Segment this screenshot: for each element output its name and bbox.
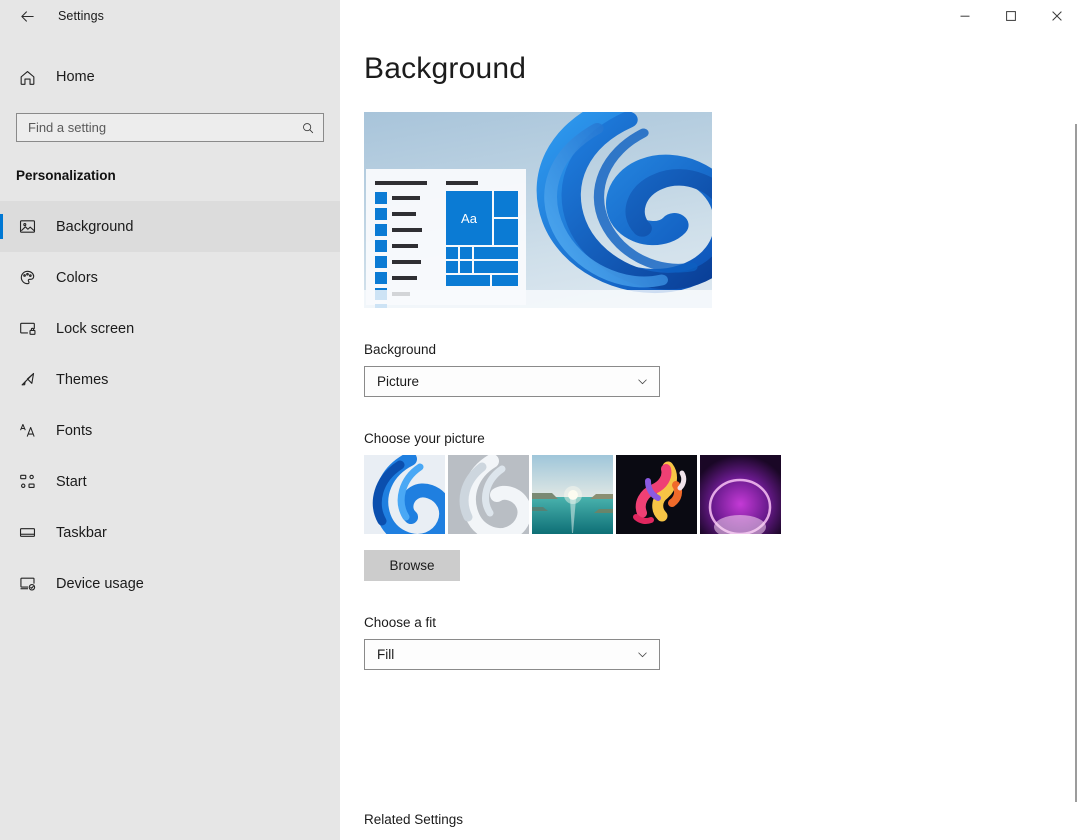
wallpaper-flower[interactable]: [616, 455, 697, 534]
background-dropdown-value: Picture: [377, 374, 420, 389]
sidebar-item-label: Background: [56, 218, 134, 235]
preview-mock-row: [375, 240, 433, 252]
settings-content: Background Aa Background Picture Choose …: [340, 32, 1080, 670]
wallpaper-sunset-lake[interactable]: [532, 455, 613, 534]
background-setting-group: Background Picture: [364, 342, 1080, 397]
sidebar-item-label: Taskbar: [56, 524, 107, 541]
brush-icon: [16, 370, 38, 389]
preview-mock-tile: [474, 247, 518, 259]
sidebar-item-label: Start: [56, 473, 87, 490]
chevron-down-icon: [636, 648, 649, 661]
preview-mock-tile: [492, 275, 518, 286]
maximize-icon[interactable]: [988, 0, 1034, 32]
lock-screen-icon: [16, 319, 38, 338]
home-icon: [16, 68, 38, 87]
sidebar-item-start[interactable]: Start: [0, 456, 340, 507]
choose-picture-label: Choose your picture: [364, 431, 485, 446]
sidebar-item-fonts[interactable]: Fonts: [0, 405, 340, 456]
choose-fit-group: Choose a fit Fill: [364, 615, 1080, 670]
preview-mock-aa-tile: Aa: [446, 191, 492, 245]
preview-mock-tile: [494, 219, 518, 245]
close-icon[interactable]: [1034, 0, 1080, 32]
search-icon[interactable]: [301, 121, 315, 135]
preview-mock-row: [375, 208, 433, 220]
choose-fit-label: Choose a fit: [364, 615, 437, 630]
app-title: Settings: [58, 9, 104, 23]
sidebar-item-label: Fonts: [56, 422, 93, 439]
sidebar-item-taskbar[interactable]: Taskbar: [0, 507, 340, 558]
preview-mock-tile: [460, 247, 472, 259]
wallpaper-purple-glow[interactable]: [700, 455, 781, 534]
choose-picture-group: Choose your picture Browse: [364, 431, 1080, 581]
sidebar-nav: Background Colors Lock screen Themes Fon…: [0, 201, 340, 609]
start-tiles-icon: [16, 472, 38, 491]
image-icon: [16, 217, 38, 236]
fit-dropdown-value: Fill: [377, 647, 395, 662]
section-title: Personalization: [16, 168, 116, 183]
preview-mock-tile: [446, 275, 490, 286]
background-label: Background: [364, 342, 437, 357]
related-settings-heading: Related Settings: [364, 812, 464, 827]
preview-mock-row: [375, 272, 433, 284]
search-box[interactable]: [16, 113, 324, 142]
sidebar-item-colors[interactable]: Colors: [0, 252, 340, 303]
wallpaper-blue-bloom[interactable]: [364, 455, 445, 534]
background-dropdown[interactable]: Picture: [364, 366, 660, 397]
preview-mock-header-bar: [375, 181, 427, 185]
preview-mock-tile: [460, 261, 472, 273]
titlebar-left: Settings: [0, 0, 340, 32]
browse-button[interactable]: Browse: [364, 550, 460, 581]
preview-mock-title-bar: [446, 181, 478, 185]
back-arrow-icon[interactable]: [14, 3, 40, 29]
sidebar: Settings Home Personalization: [0, 0, 340, 840]
preview-mock-row: [375, 256, 433, 268]
preview-taskbar: [364, 290, 712, 308]
desktop-preview: Aa: [364, 112, 712, 308]
picture-thumbnail-list: [364, 455, 1080, 534]
preview-mock-tiles: Aa: [446, 181, 518, 286]
preview-mock-tile: [446, 261, 458, 273]
sidebar-item-themes[interactable]: Themes: [0, 354, 340, 405]
sidebar-item-background[interactable]: Background: [0, 201, 340, 252]
fit-dropdown[interactable]: Fill: [364, 639, 660, 670]
window-controls: [340, 0, 1080, 32]
sidebar-item-label: Device usage: [56, 575, 144, 592]
page-title: Background: [364, 52, 527, 85]
sidebar-item-device-usage[interactable]: Device usage: [0, 558, 340, 609]
wallpaper-white-bloom[interactable]: [448, 455, 529, 534]
taskbar-icon: [16, 523, 38, 542]
preview-mock-tile: [446, 247, 458, 259]
preview-mock-tile: [494, 191, 518, 217]
home-label: Home: [56, 69, 95, 85]
main-content: Background Aa Background Picture Choose …: [340, 0, 1080, 840]
minimize-icon[interactable]: [942, 0, 988, 32]
preview-mock-aa-text: Aa: [461, 210, 477, 226]
palette-icon: [16, 268, 38, 287]
sidebar-item-lock-screen[interactable]: Lock screen: [0, 303, 340, 354]
chevron-down-icon: [636, 375, 649, 388]
preview-mock-tile: [474, 261, 518, 273]
search-input[interactable]: [28, 120, 301, 135]
preview-mock-sidebar: [375, 181, 433, 308]
vertical-scrollbar[interactable]: [1075, 124, 1077, 802]
sidebar-item-label: Lock screen: [56, 320, 135, 337]
fonts-icon: [16, 421, 38, 440]
settings-window: Settings Home Personalization: [0, 0, 1080, 840]
sidebar-item-label: Themes: [56, 371, 109, 388]
preview-mock-row: [375, 192, 433, 204]
preview-mock-window: Aa: [366, 169, 526, 308]
device-usage-icon: [16, 574, 38, 593]
sidebar-item-label: Colors: [56, 269, 98, 286]
preview-mock-row: [375, 224, 433, 236]
sidebar-item-home[interactable]: Home: [0, 58, 340, 96]
